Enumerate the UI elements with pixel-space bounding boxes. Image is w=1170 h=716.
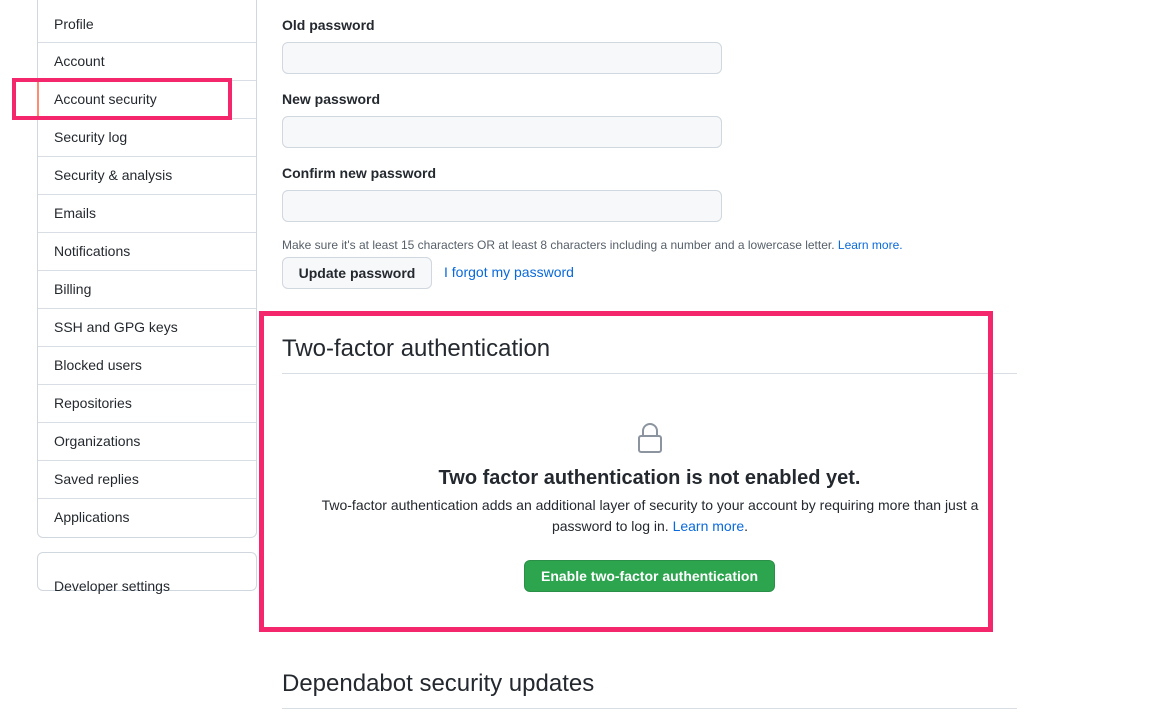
sidebar-item-label: Blocked users — [54, 357, 142, 373]
two-factor-learn-more-suffix: . — [744, 518, 749, 534]
sidebar-item-label: Organizations — [54, 433, 141, 449]
sidebar-item-billing[interactable]: Billing — [38, 271, 256, 309]
password-hint-learn-more-link[interactable]: Learn more. — [838, 238, 903, 252]
sidebar-item-label: Security & analysis — [54, 167, 173, 183]
section-divider — [282, 373, 1017, 374]
developer-settings-menu: Developer settings — [37, 552, 257, 594]
sidebar-item-label: Profile — [54, 16, 94, 32]
two-factor-description-text: Two-factor authentication adds an additi… — [321, 497, 979, 534]
new-password-label: New password — [282, 91, 381, 107]
enable-two-factor-button[interactable]: Enable two-factor authentication — [524, 560, 775, 592]
settings-sidebar: Profile Account Account security Securit… — [37, 0, 257, 538]
sidebar-item-profile[interactable]: Profile — [38, 0, 256, 43]
confirm-password-field[interactable] — [282, 190, 722, 222]
sidebar-item-label: Billing — [54, 281, 92, 297]
sidebar-item-organizations[interactable]: Organizations — [38, 423, 256, 461]
sidebar-item-blocked-users[interactable]: Blocked users — [38, 347, 256, 385]
sidebar-item-repositories[interactable]: Repositories — [38, 385, 256, 423]
section-divider — [282, 708, 1017, 709]
sidebar-item-developer-settings[interactable]: Developer settings — [38, 553, 256, 594]
old-password-field[interactable] — [282, 42, 722, 74]
dependabot-section-title: Dependabot security updates — [282, 670, 595, 697]
sidebar-item-label: Security log — [54, 129, 128, 145]
sidebar-item-label: SSH and GPG keys — [54, 319, 178, 335]
two-factor-section-title: Two-factor authentication — [282, 335, 551, 362]
forgot-password-link[interactable]: I forgot my password — [444, 264, 574, 280]
sidebar-item-notifications[interactable]: Notifications — [38, 233, 256, 271]
sidebar-item-label: Account — [54, 53, 105, 69]
confirm-password-label: Confirm new password — [282, 165, 437, 181]
sidebar-item-ssh-gpg-keys[interactable]: SSH and GPG keys — [38, 309, 256, 347]
settings-page: Profile Account Account security Securit… — [0, 0, 1170, 716]
update-password-button[interactable]: Update password — [282, 257, 432, 289]
sidebar-item-label: Repositories — [54, 395, 132, 411]
two-factor-description: Two-factor authentication adds an additi… — [315, 495, 985, 537]
password-hint-text: Make sure it's at least 15 characters OR… — [282, 238, 835, 252]
sidebar-item-label: Saved replies — [54, 471, 139, 487]
lock-icon — [636, 422, 664, 454]
sidebar-item-label: Account security — [54, 91, 157, 107]
sidebar-item-label: Applications — [54, 509, 130, 525]
two-factor-learn-more-link[interactable]: Learn more — [673, 518, 745, 534]
sidebar-item-emails[interactable]: Emails — [38, 195, 256, 233]
sidebar-item-account-security[interactable]: Account security — [37, 81, 256, 119]
sidebar-item-security-log[interactable]: Security log — [38, 119, 256, 157]
sidebar-item-label: Emails — [54, 205, 97, 221]
old-password-label: Old password — [282, 17, 375, 33]
sidebar-item-security-analysis[interactable]: Security & analysis — [38, 157, 256, 195]
sidebar-item-applications[interactable]: Applications — [38, 499, 256, 537]
password-hint: Make sure it's at least 15 characters OR… — [282, 238, 903, 252]
sidebar-item-saved-replies[interactable]: Saved replies — [38, 461, 256, 499]
sidebar-item-label: Developer settings — [54, 578, 170, 594]
two-factor-heading: Two factor authentication is not enabled… — [438, 467, 861, 489]
new-password-field[interactable] — [282, 116, 722, 148]
sidebar-item-label: Notifications — [54, 243, 131, 259]
sidebar-item-account[interactable]: Account — [38, 43, 256, 81]
